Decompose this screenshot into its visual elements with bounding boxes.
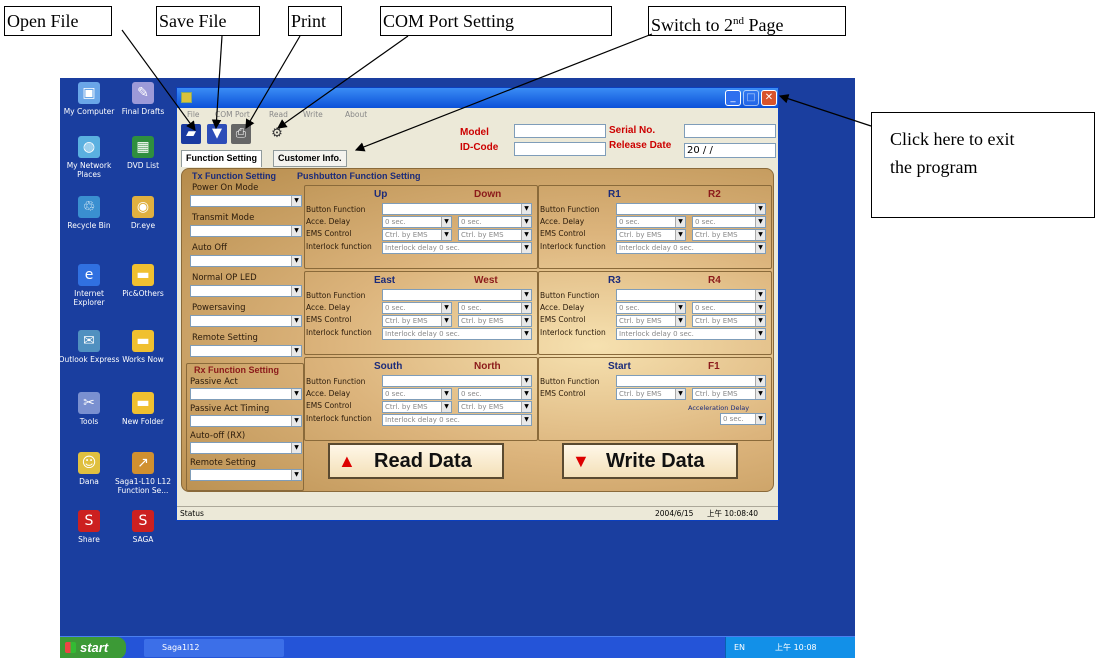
arrow-switch-page <box>354 33 653 152</box>
arrow-com-port <box>277 35 409 129</box>
annotation-arrows <box>121 29 872 152</box>
arrow-save-file <box>211 35 223 130</box>
arrow-exit <box>778 94 872 127</box>
arrow-open-file <box>121 29 196 131</box>
arrow-print <box>245 35 301 130</box>
